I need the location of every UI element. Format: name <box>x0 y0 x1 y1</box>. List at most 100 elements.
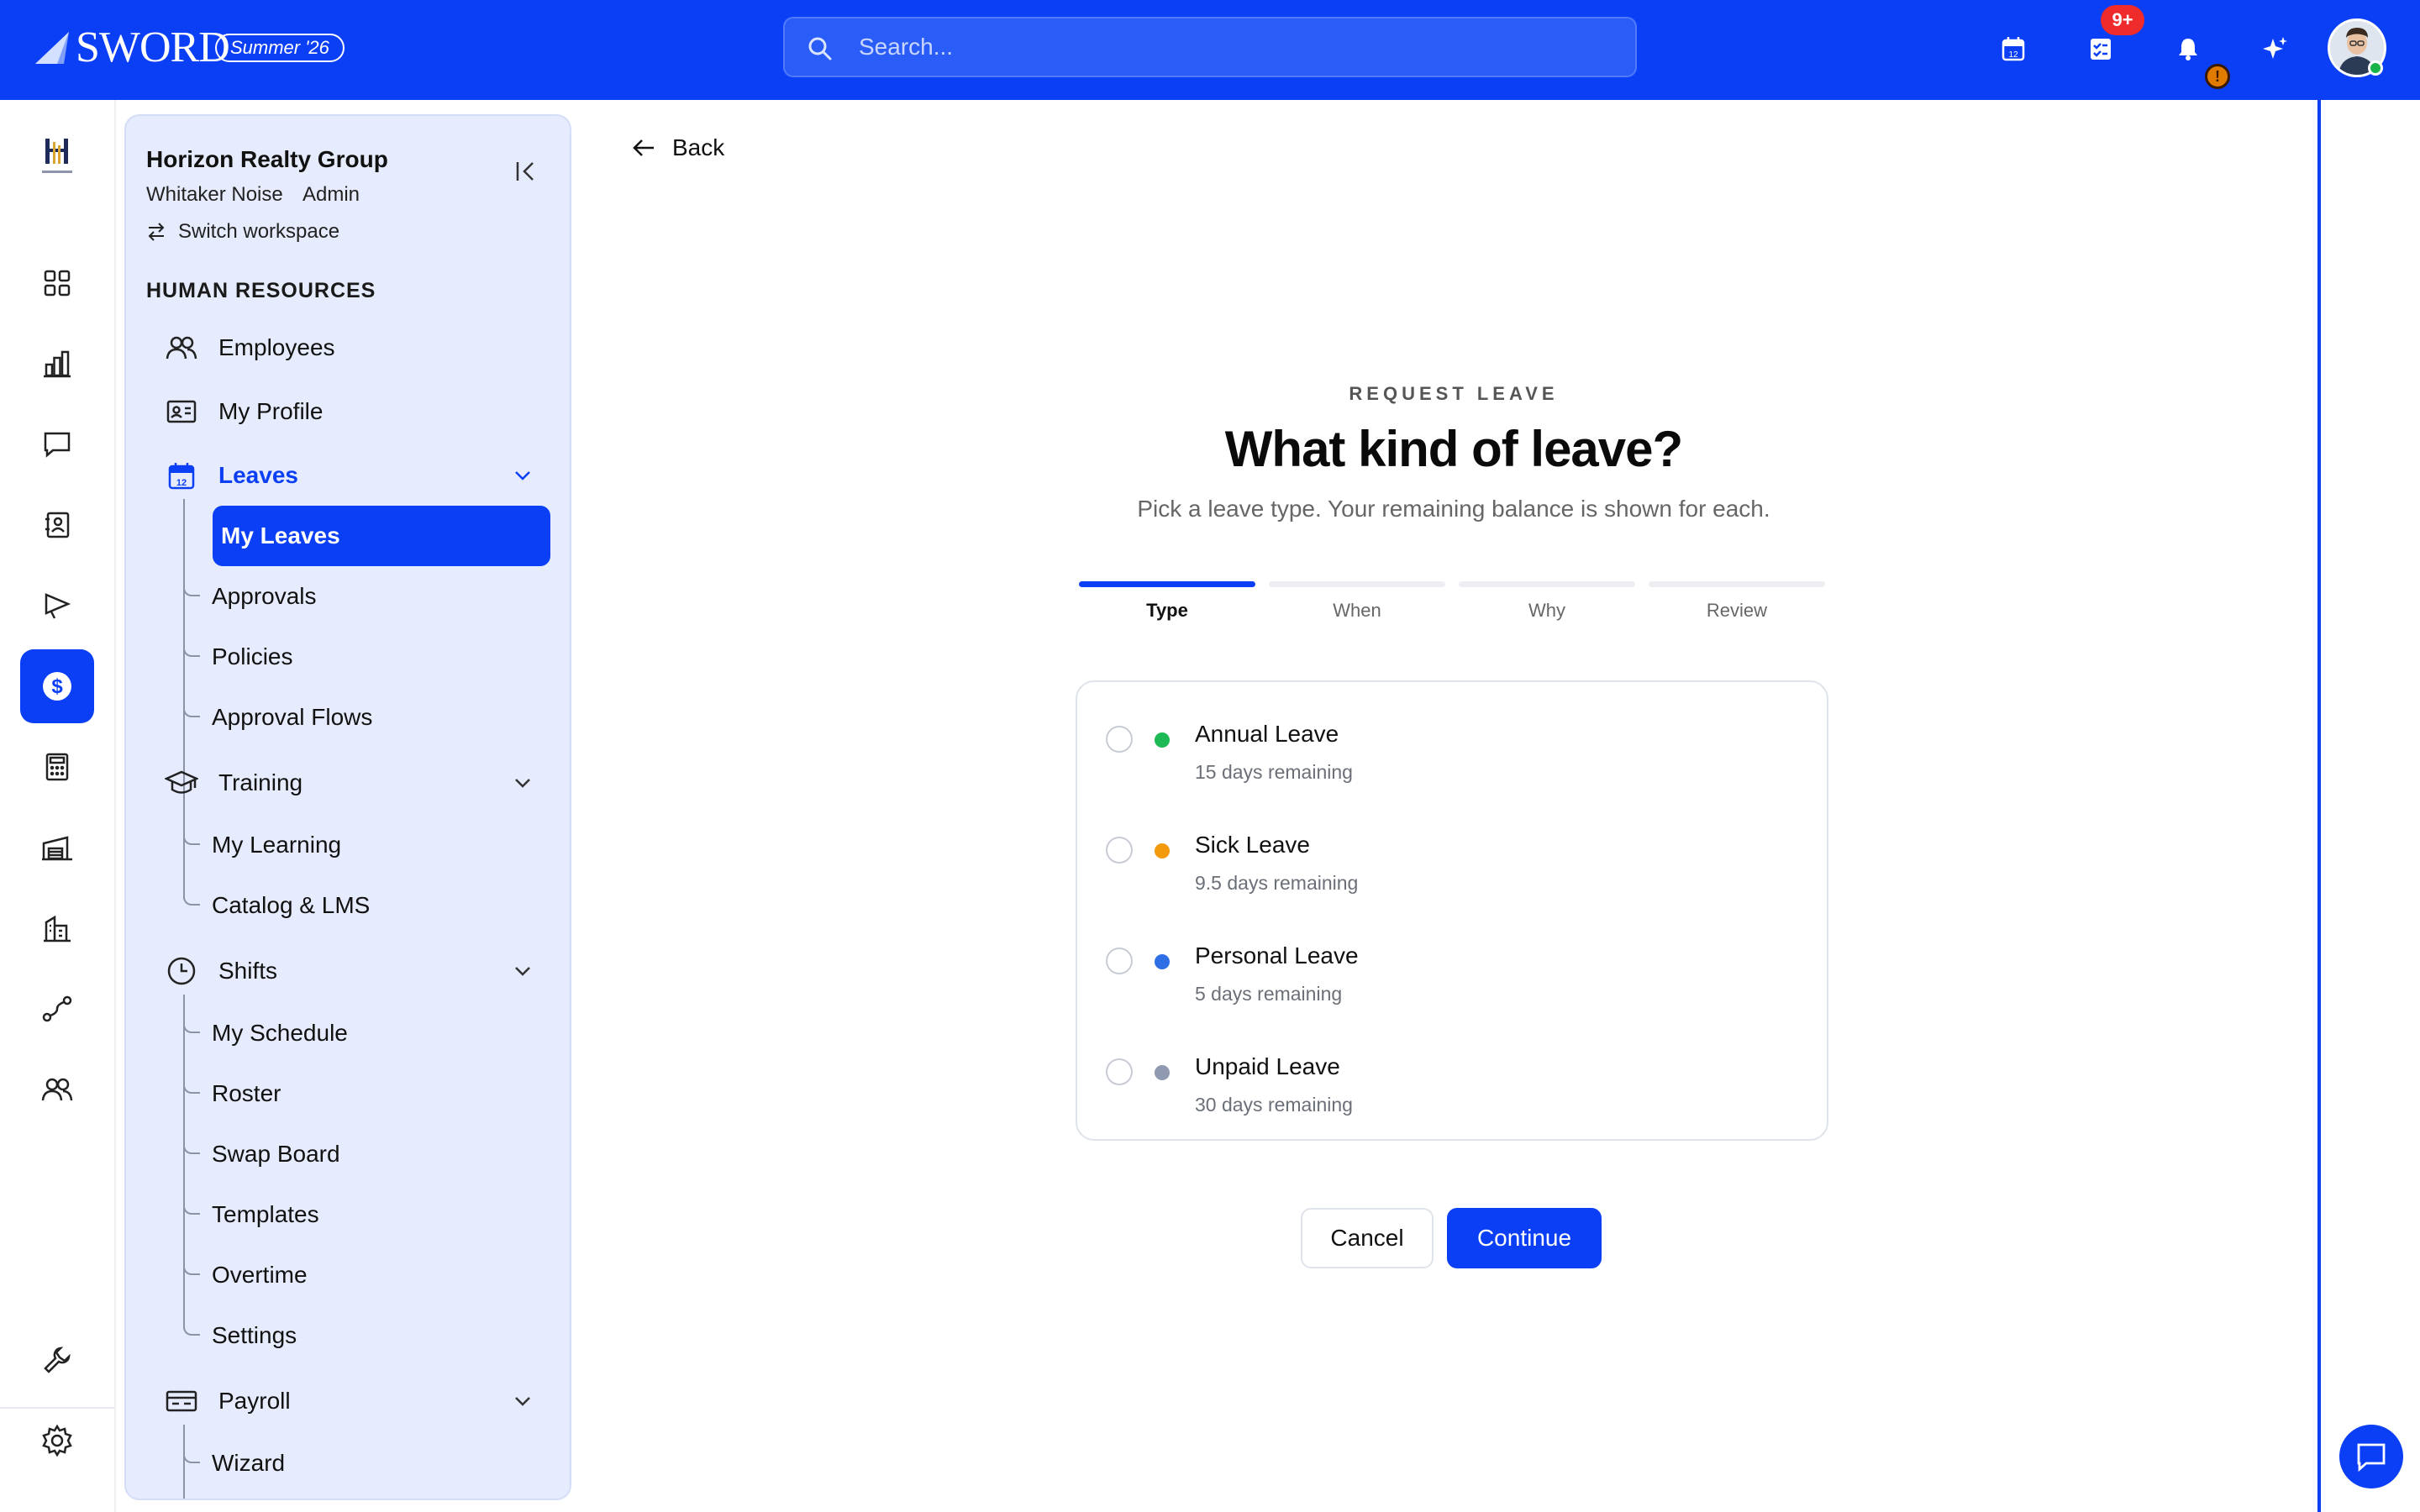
nav-my-profile-label: My Profile <box>218 398 324 424</box>
back-button[interactable]: Back <box>632 134 724 161</box>
warning-badge: ! <box>2205 64 2230 89</box>
leave-remaining: 15 days remaining <box>1195 761 1353 783</box>
rail-analytics[interactable] <box>20 327 94 401</box>
tree-branch <box>183 1262 200 1275</box>
rail-settings[interactable] <box>20 1404 94 1478</box>
sub-overtime[interactable]: Overtime <box>212 1258 308 1292</box>
leave-option-personal[interactable]: Personal Leave 5 days remaining <box>1106 936 1795 1020</box>
chevron-down-icon[interactable] <box>511 959 534 983</box>
sub-catalog-lms[interactable]: Catalog & LMS <box>212 889 370 922</box>
sub-policies[interactable]: Policies <box>212 640 292 674</box>
gear-icon <box>42 1425 72 1457</box>
leave-option-annual[interactable]: Annual Leave 15 days remaining <box>1106 714 1795 798</box>
radio-button[interactable] <box>1106 948 1133 974</box>
leave-option-sick[interactable]: Sick Leave 9.5 days remaining <box>1106 825 1795 909</box>
sub-my-learning[interactable]: My Learning <box>212 828 341 862</box>
leave-remaining: 5 days remaining <box>1195 983 1343 1005</box>
chat-icon <box>2357 1443 2386 1473</box>
rail-finance[interactable]: $ <box>20 649 94 723</box>
leave-type-list: Annual Leave 15 days remaining Sick Leav… <box>1076 680 1828 1141</box>
sub-my-leaves[interactable]: My Leaves <box>213 506 550 566</box>
rail-people[interactable] <box>20 1053 94 1126</box>
radio-button[interactable] <box>1106 726 1133 753</box>
app-logo[interactable]: SWORD <box>34 22 230 72</box>
leave-color-dot <box>1155 954 1170 969</box>
nav-shifts[interactable]: Shifts <box>165 953 277 990</box>
step-progress-why <box>1459 581 1635 587</box>
calendar-button[interactable]: 12 <box>1995 30 2032 67</box>
rail-warehouse[interactable] <box>20 811 94 885</box>
ai-assistant-button[interactable] <box>2257 30 2294 67</box>
leave-color-dot <box>1155 843 1170 858</box>
chevron-down-icon[interactable] <box>511 771 534 795</box>
user-role: Admin <box>302 183 360 206</box>
back-label: Back <box>672 134 725 160</box>
rail-tools[interactable] <box>20 1323 94 1397</box>
tree-branch <box>183 1080 200 1094</box>
chevron-down-icon[interactable] <box>511 1389 534 1413</box>
icon-rail: $ <box>0 100 116 1512</box>
tree-branch <box>183 1322 200 1336</box>
calculator-icon <box>45 753 69 781</box>
search-box[interactable] <box>783 17 1637 77</box>
top-bar: SWORD Summer '26 12 9+ <box>0 0 2420 100</box>
rail-workflows[interactable] <box>20 972 94 1046</box>
switch-workspace-link[interactable]: Switch workspace <box>146 220 339 244</box>
leave-name: Sick Leave <box>1195 832 1310 858</box>
nav-leaves[interactable]: 12 Leaves <box>165 457 298 494</box>
leave-remaining: 30 days remaining <box>1195 1094 1353 1116</box>
radio-button[interactable] <box>1106 837 1133 864</box>
continue-button[interactable]: Continue <box>1447 1208 1602 1268</box>
search-icon <box>808 37 832 60</box>
nav-my-profile[interactable]: My Profile <box>165 393 323 430</box>
route-icon <box>42 995 72 1022</box>
step-label-review: Review <box>1706 600 1768 621</box>
rail-messages[interactable] <box>20 407 94 481</box>
chat-support-button[interactable] <box>2339 1425 2403 1488</box>
step-progress-type <box>1079 581 1255 587</box>
bar-chart-icon <box>44 350 71 378</box>
building-icon <box>44 915 71 942</box>
nav-training-label: Training <box>218 769 303 795</box>
rail-contacts[interactable] <box>20 488 94 562</box>
cancel-button[interactable]: Cancel <box>1301 1208 1434 1268</box>
sub-swap-board[interactable]: Swap Board <box>212 1137 340 1171</box>
rail-dashboard[interactable] <box>20 246 94 320</box>
chevron-down-icon[interactable] <box>511 464 534 487</box>
rail-calculator[interactable] <box>20 730 94 804</box>
rail-campaigns[interactable] <box>20 569 94 643</box>
calendar-icon: 12 <box>2002 37 2025 61</box>
tasks-button[interactable] <box>2082 30 2119 67</box>
nav-training[interactable]: Training <box>165 764 302 801</box>
radio-button[interactable] <box>1106 1058 1133 1085</box>
sub-shift-settings[interactable]: Settings <box>212 1319 297 1352</box>
season-badge: Summer '26 <box>215 34 345 62</box>
sub-wizard[interactable]: Wizard <box>212 1446 285 1480</box>
sub-approvals[interactable]: Approvals <box>212 580 317 613</box>
notifications-button[interactable] <box>2170 30 2207 67</box>
payroll-icon <box>165 1384 198 1418</box>
online-status-dot <box>2368 60 2383 76</box>
nav-payroll[interactable]: Payroll <box>165 1383 291 1420</box>
leave-option-unpaid[interactable]: Unpaid Leave 30 days remaining <box>1106 1047 1795 1131</box>
clock-icon <box>165 954 198 988</box>
sub-roster[interactable]: Roster <box>212 1077 281 1110</box>
nav-employees[interactable]: Employees <box>165 329 335 366</box>
horizon-logo[interactable] <box>25 134 89 189</box>
graduation-cap-icon <box>165 766 198 800</box>
tree-branch <box>183 1450 200 1463</box>
sub-my-schedule[interactable]: My Schedule <box>212 1016 348 1050</box>
sidebar: Horizon Realty Group Whitaker Noise Admi… <box>124 114 571 1500</box>
leave-remaining: 9.5 days remaining <box>1195 872 1359 894</box>
id-card-icon <box>165 395 198 428</box>
sub-approval-flows[interactable]: Approval Flows <box>212 701 372 734</box>
switch-workspace-label: Switch workspace <box>178 220 340 243</box>
rail-properties[interactable] <box>20 891 94 965</box>
sub-templates[interactable]: Templates <box>212 1198 319 1231</box>
svg-text:12: 12 <box>176 478 187 488</box>
leave-color-dot <box>1155 732 1170 748</box>
search-input[interactable] <box>859 18 1598 76</box>
horizon-logo-icon <box>42 139 72 173</box>
collapse-sidebar-button[interactable] <box>513 158 539 185</box>
tree-branch <box>183 583 200 596</box>
